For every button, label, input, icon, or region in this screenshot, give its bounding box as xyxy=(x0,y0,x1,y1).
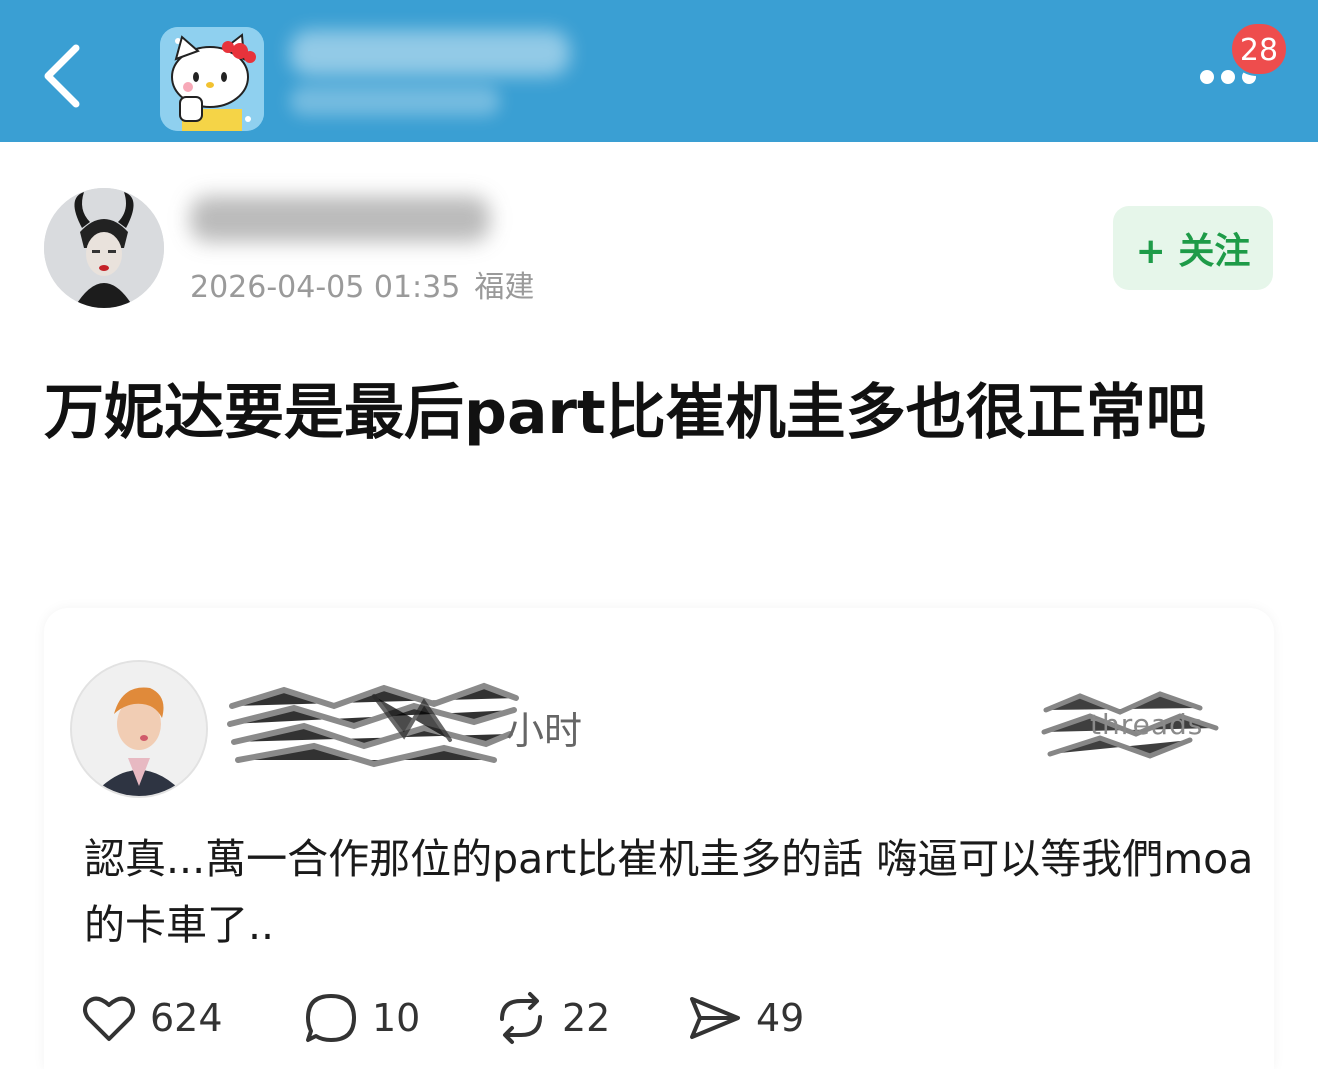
group-avatar[interactable] xyxy=(160,27,264,131)
more-dot-icon xyxy=(1200,70,1214,84)
scribbled-username xyxy=(227,682,519,768)
follow-button[interactable]: + 关注 xyxy=(1113,206,1273,290)
comment-count: 10 xyxy=(372,996,421,1040)
comment-button[interactable]: 10 xyxy=(302,988,420,1048)
repost-count: 22 xyxy=(562,996,611,1040)
threads-label: threads xyxy=(1090,708,1204,741)
more-dot-icon xyxy=(1221,70,1235,84)
top-bar: 28 xyxy=(0,0,1318,142)
share-button[interactable]: 49 xyxy=(686,988,804,1048)
quoted-author-avatar[interactable] xyxy=(70,660,208,798)
quoted-post-time: 小时 xyxy=(506,709,583,753)
chevron-left-icon xyxy=(44,44,80,108)
blurred-group-subtitle xyxy=(290,86,500,116)
author-avatar[interactable] xyxy=(44,188,164,308)
blurred-group-name xyxy=(290,30,570,76)
post-timestamp: 2026-04-05 01:35 xyxy=(190,270,461,305)
notification-badge: 28 xyxy=(1230,22,1288,76)
hello-kitty-avatar-icon xyxy=(160,27,264,131)
share-count: 49 xyxy=(756,996,805,1040)
repost-icon xyxy=(500,992,542,1044)
post-location: 福建 xyxy=(474,270,535,305)
quoted-author-photo-icon xyxy=(72,662,206,796)
post-headline: 万妮达要是最后part比崔机圭多也很正常吧 xyxy=(44,378,1206,448)
like-count: 624 xyxy=(150,996,223,1040)
like-button[interactable]: 624 xyxy=(80,988,223,1048)
maleficent-avatar-icon xyxy=(44,188,164,308)
heart-icon xyxy=(83,996,135,1041)
post-meta: 2026-04-05 01:35 福建 xyxy=(190,262,534,306)
quoted-post-text: 認真...萬一合作那位的part比崔机圭多的話 嗨逼可以等我們moa的卡車了.. xyxy=(84,835,1254,949)
blurred-author-name xyxy=(190,196,490,242)
repost-button[interactable]: 22 xyxy=(492,988,610,1048)
back-button[interactable] xyxy=(30,36,100,116)
send-icon xyxy=(690,997,740,1039)
comment-bubble-icon xyxy=(306,994,356,1042)
